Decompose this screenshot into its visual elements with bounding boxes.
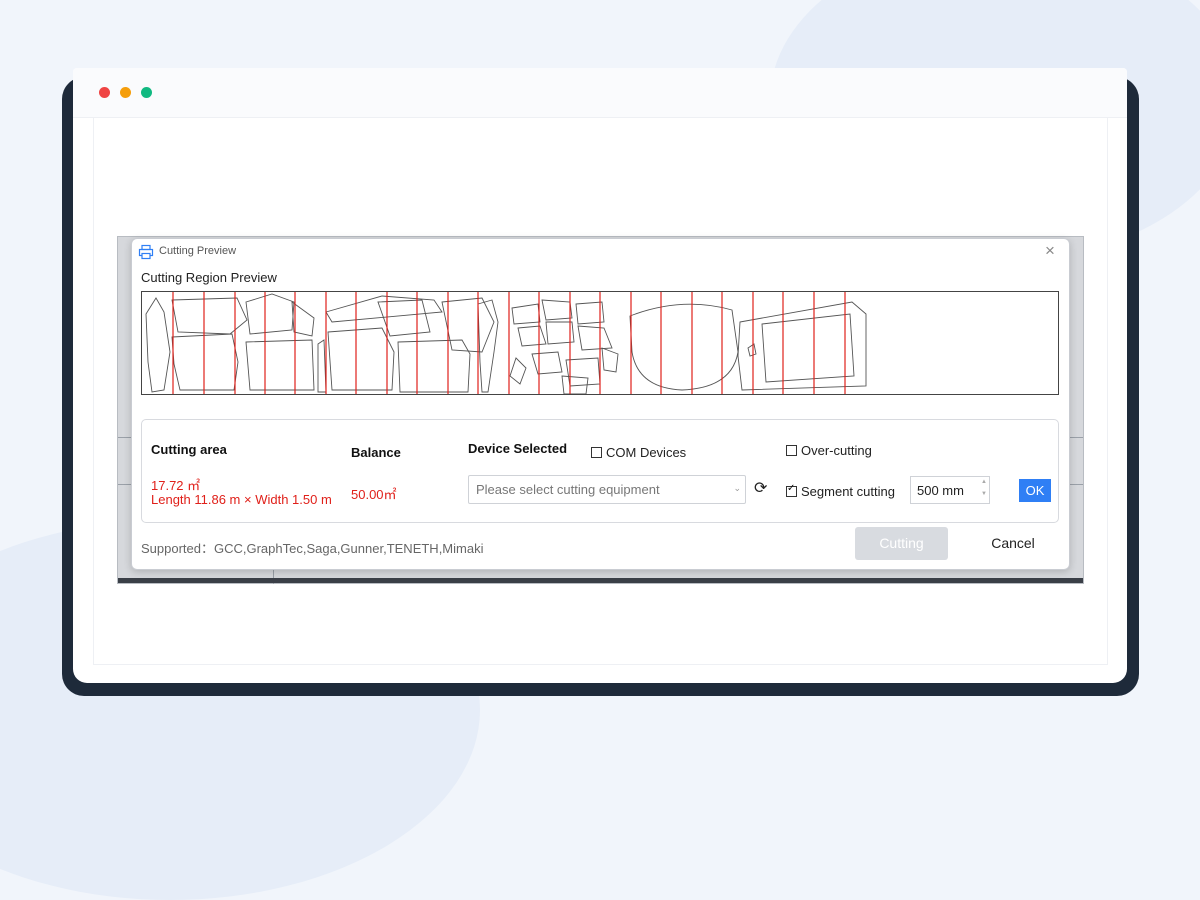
- supported-formats: Supported：GCC,GraphTec,Saga,Gunner,TENET…: [141, 541, 484, 556]
- close-icon[interactable]: ×: [1045, 241, 1055, 261]
- device-select-placeholder: Please select cutting equipment: [476, 482, 660, 497]
- decrement-icon[interactable]: ▼: [981, 491, 987, 497]
- segment-length-value: 500 mm: [917, 483, 964, 498]
- region-preview-label: Cutting Region Preview: [141, 270, 277, 285]
- ok-button[interactable]: OK: [1019, 479, 1051, 502]
- segment-cutting-label: Segment cutting: [801, 484, 895, 499]
- com-devices-label: COM Devices: [606, 445, 687, 460]
- printer-icon: [138, 244, 154, 260]
- cancel-button[interactable]: Cancel: [968, 527, 1058, 560]
- device-selected-label: Device Selected: [468, 441, 568, 456]
- balance-value: 50.00㎡: [351, 487, 397, 502]
- minimize-dot[interactable]: [120, 87, 131, 98]
- increment-icon[interactable]: ▲: [981, 479, 987, 485]
- cutting-area-label: Cutting area: [151, 442, 227, 457]
- window-titlebar: [73, 68, 1127, 118]
- segment-length-stepper[interactable]: 500 mm ▲ ▼: [910, 476, 990, 504]
- refresh-icon[interactable]: ⟳: [754, 478, 767, 498]
- dialog-title: Cutting Preview: [159, 245, 237, 257]
- checkbox-icon[interactable]: [591, 447, 602, 458]
- device-select[interactable]: Please select cutting equipment ⌄: [468, 475, 746, 504]
- close-dot[interactable]: [99, 87, 110, 98]
- cutting-layout-drawing: [145, 292, 867, 395]
- com-devices-checkbox[interactable]: COM Devices: [591, 445, 686, 460]
- cutting-preview-dialog: Cutting Preview × Cutting Region Preview: [131, 238, 1070, 570]
- segment-cutting-checkbox[interactable]: Segment cutting: [786, 483, 895, 499]
- checkbox-checked-icon[interactable]: [786, 483, 797, 497]
- over-cutting-checkbox[interactable]: Over-cutting: [786, 443, 872, 458]
- chevron-down-icon: ⌄: [733, 483, 741, 493]
- checkbox-icon[interactable]: [786, 445, 797, 456]
- cutting-options-panel: Cutting area 17.72 ㎡ Length 11.86 m × Wi…: [141, 419, 1059, 523]
- over-cutting-label: Over-cutting: [801, 443, 872, 458]
- cutting-button[interactable]: Cutting: [855, 527, 948, 560]
- maximize-dot[interactable]: [141, 87, 152, 98]
- balance-label: Balance: [351, 445, 401, 460]
- cutting-region-preview: [141, 291, 1059, 395]
- cutting-area-dimensions: Length 11.86 m × Width 1.50 m: [151, 492, 332, 507]
